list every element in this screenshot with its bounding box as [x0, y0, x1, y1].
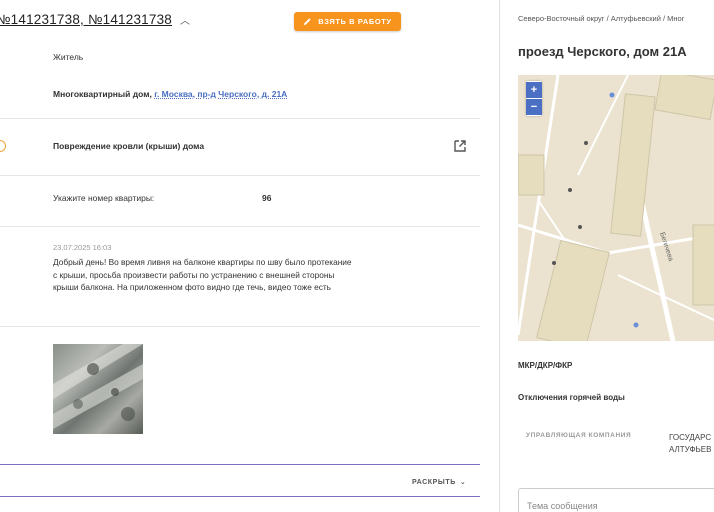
comment-text: Добрый день! Во время ливня на балконе к…	[53, 257, 352, 292]
address-title: проезд Черского, дом 21А	[518, 44, 687, 59]
message-subject-input[interactable]: Тема сообщения	[518, 488, 714, 512]
apartment-value: 96	[262, 193, 272, 203]
ticket-header[interactable]: №141231738, №141231738 ︿	[0, 12, 190, 27]
expand-label: РАСКРЫТЬ	[412, 478, 456, 486]
ticket-title[interactable]: №141231738, №141231738	[0, 12, 172, 27]
section-divider	[0, 464, 480, 465]
applicant-type: Житель	[53, 52, 84, 62]
map-zoom-controls: + −	[526, 81, 542, 116]
object-row: Многоквартирный дом, г. Москва, пр-д Чер…	[53, 89, 287, 99]
attached-photo[interactable]	[53, 344, 143, 434]
mkr-label[interactable]: МКР/ДКР/ФКР	[518, 361, 572, 370]
hot-water-label[interactable]: Отключения горячей воды	[518, 393, 625, 402]
map-canvas: Бегичева	[518, 75, 714, 341]
problem-title: Повреждение кровли (крыши) дома	[53, 141, 205, 151]
management-company-line: ГОСУДАРС	[669, 433, 712, 442]
object-type: Многоквартирный дом,	[53, 89, 152, 99]
management-company-value: ГОСУДАРС АЛТУФЬЕВ	[669, 432, 711, 456]
take-to-work-button[interactable]: ВЗЯТЬ В РАБОТУ	[294, 12, 401, 31]
expand-button[interactable]: РАСКРЫТЬ ⌄	[412, 478, 467, 487]
chevron-down-icon: ⌄	[459, 479, 467, 486]
photo-texture	[53, 344, 143, 429]
apartment-label: Укажите номер квартиры:	[53, 193, 155, 203]
management-company-line: АЛТУФЬЕВ	[669, 445, 712, 454]
take-to-work-label: ВЗЯТЬ В РАБОТУ	[318, 17, 392, 26]
address-link[interactable]: г. Москва, пр-д Черского, д. 21А	[154, 89, 287, 99]
management-company-label: УПРАВЛЯЮЩАЯ КОМПАНИЯ	[526, 432, 632, 439]
open-external-icon[interactable]	[453, 139, 467, 153]
divider	[0, 326, 480, 327]
divider	[0, 118, 480, 119]
divider	[0, 226, 480, 227]
object-info-panel: Северо-Восточный округ / Алтуфьевский / …	[500, 0, 714, 512]
map-view[interactable]: Бегичева + −	[518, 75, 714, 341]
comment-date: 23.07.2025 16:03	[53, 243, 112, 252]
zoom-in-button[interactable]: +	[526, 82, 542, 98]
status-circle-icon	[0, 140, 6, 152]
section-divider	[0, 496, 480, 497]
chevron-up-icon[interactable]: ︿	[180, 12, 190, 27]
zoom-out-button[interactable]: −	[526, 99, 542, 115]
divider	[0, 175, 480, 176]
message-subject-placeholder: Тема сообщения	[527, 501, 598, 511]
ticket-panel: №141231738, №141231738 ︿ ВЗЯТЬ В РАБОТУ …	[0, 0, 500, 512]
breadcrumb[interactable]: Северо-Восточный округ / Алтуфьевский / …	[518, 14, 684, 23]
pencil-icon	[304, 18, 311, 26]
